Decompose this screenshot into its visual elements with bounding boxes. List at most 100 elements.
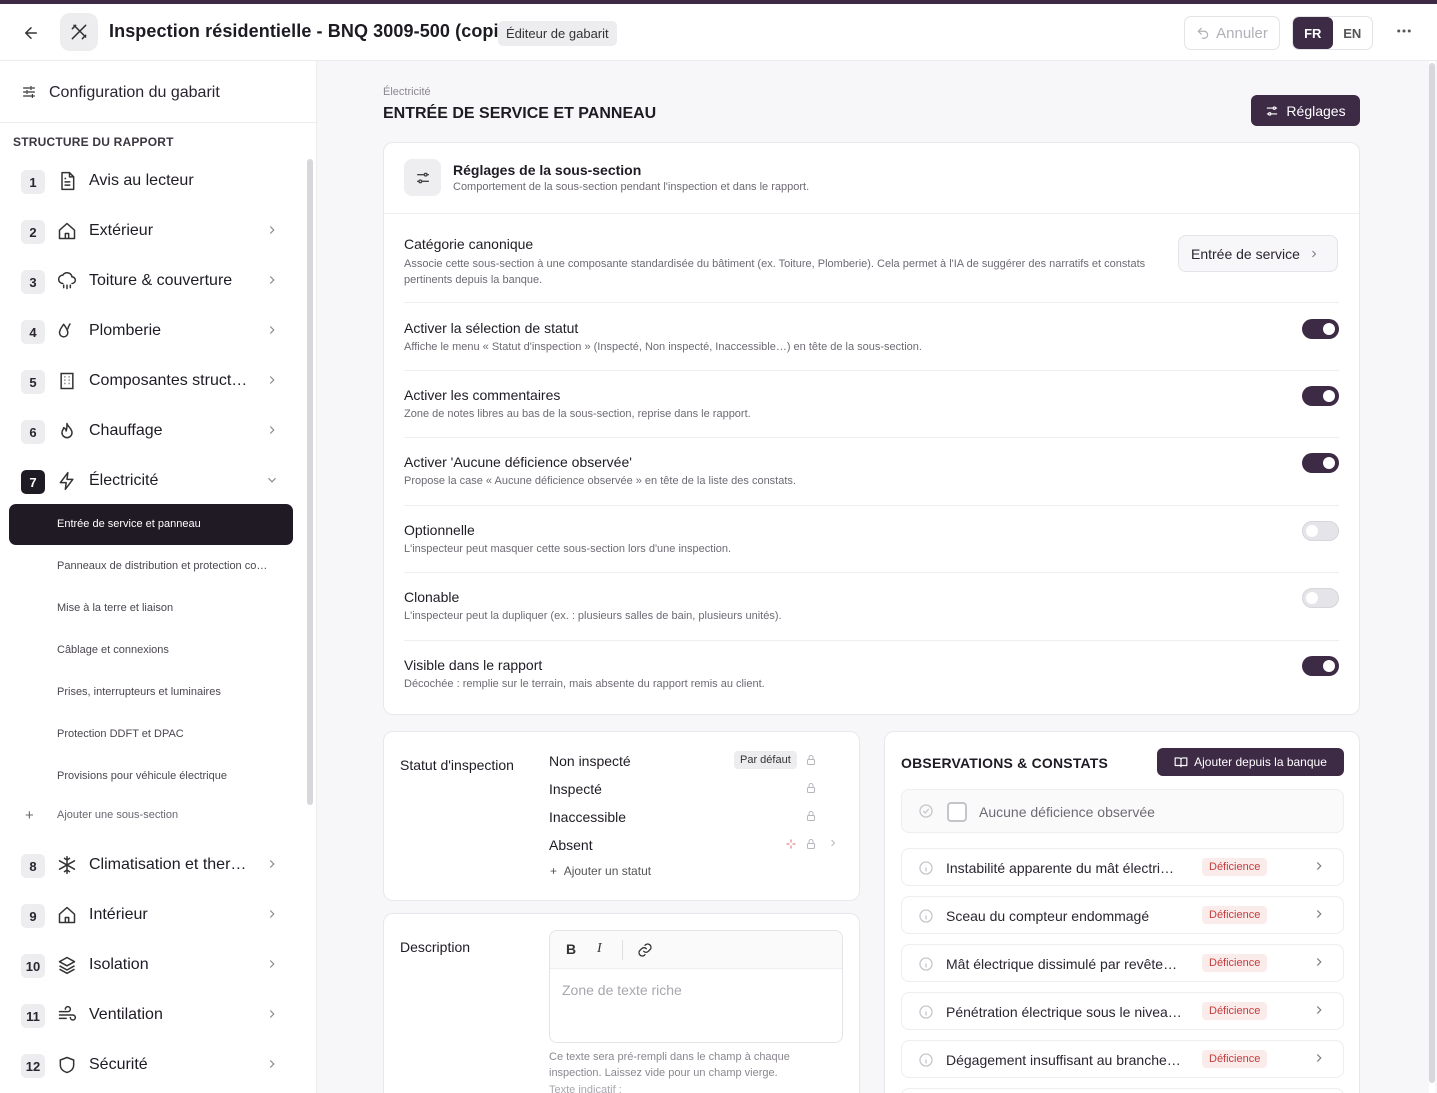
chevron-right-icon [1316,1006,1322,1014]
sidebar-section-7[interactable]: 7 Électricité [21,461,291,501]
deficiency-badge: Déficience [1202,1050,1268,1068]
editor-placeholder: Zone de texte riche [562,982,682,998]
inspection-status-card: Statut d'inspection Non inspecté Par déf… [383,731,860,901]
observation-item[interactable]: Dégagement insuffisant au branche… Défic… [901,1040,1344,1078]
info-icon [919,861,933,875]
sidebar-section-11[interactable]: 11 Ventilation [21,995,291,1035]
sidebar-section-10[interactable]: 10 Isolation [21,945,291,985]
page-title: ENTRÉE DE SERVICE ET PANNEAU [383,105,657,122]
no-deficiency-checkbox[interactable] [947,802,967,822]
observation-title: Dégagement insuffisant au branche… [946,1052,1181,1068]
rich-text-editor[interactable]: B I Zone de texte riche [549,930,843,1043]
chevron-right-icon [269,860,275,868]
no-deficiency-label: Aucune déficience observée [979,804,1155,820]
template-config-link[interactable]: Configuration du gabarit [0,61,316,123]
ellipsis-icon [1397,29,1411,33]
section-number: 5 [21,370,45,394]
chevron-down-icon [268,477,276,483]
clonable-toggle[interactable] [1302,588,1339,608]
section-label: Composantes struct… [89,372,248,389]
optional-toggle[interactable] [1302,521,1339,541]
add-subsection-label: Ajouter une sous-section [57,809,179,821]
add-from-bank-button[interactable]: Ajouter depuis la banque [1157,748,1344,776]
sidebar-section-2[interactable]: 2 Extérieur [21,211,291,251]
observation-item[interactable]: Pénétration électrique sous le nivea… Dé… [901,992,1344,1030]
main-scrollbar[interactable] [1429,61,1435,1093]
add-status-button[interactable]: + Ajouter un statut [550,864,651,878]
sidebar-scrollbar[interactable] [307,159,313,805]
sidebar-section-9[interactable]: 9 Intérieur [21,895,291,935]
subsection-item-active[interactable]: Entrée de service et panneau [9,504,293,545]
section-number: 6 [21,420,45,444]
back-button[interactable] [18,20,44,46]
setting-desc: Associe cette sous-section à une composa… [404,258,1146,286]
subsection-item[interactable]: Câblage et connexions [57,644,169,656]
setting-row-optional: Optionnelle L'inspecteur peut masquer ce… [404,506,1339,573]
info-icon [919,1053,933,1067]
sidebar-section-1[interactable]: 1 Avis au lecteur [21,161,291,201]
more-options-button[interactable] [1391,18,1417,44]
undo-button[interactable]: Annuler [1184,16,1280,50]
sidebar-section-5[interactable]: 5 Composantes struct… [21,361,291,401]
house-icon [58,222,76,240]
subsection-item[interactable]: Protection DDFT et DPAC [57,728,184,740]
section-label: Isolation [89,956,149,973]
sidebar-section-8[interactable]: 8 Climatisation et ther… [21,845,291,885]
deficiency-badge: Déficience [1202,906,1268,924]
link-icon [638,943,652,957]
setting-row-no-deficiency: Activer 'Aucune déficience observée' Pro… [404,438,1339,506]
no-deficiency-toggle[interactable] [1302,453,1339,473]
chevron-right-icon [269,326,275,334]
status-card-label: Statut d'inspection [400,757,514,773]
sidebar-section-4[interactable]: 4 Plomberie [21,311,291,351]
bold-button[interactable]: B [566,941,576,957]
italic-button[interactable]: I [597,941,602,957]
editor-toolbar: B I [550,931,842,969]
status-item[interactable]: Inspecté [549,779,844,803]
chevron-right-icon [269,960,275,968]
subsection-item[interactable]: Mise à la terre et liaison [57,602,173,614]
lang-fr-button[interactable]: FR [1293,17,1333,49]
info-icon [919,1005,933,1019]
no-deficiency-row[interactable]: Aucune déficience observée [901,789,1344,833]
status-name: Absent [549,837,593,853]
status-item[interactable]: Inaccessible [549,807,844,831]
settings-button[interactable]: Réglages [1251,95,1360,126]
subsection-item[interactable]: Prises, interrupteurs et luminaires [57,686,221,698]
breadcrumb[interactable]: Électricité [383,86,431,98]
subsection-item[interactable]: Provisions pour véhicule électrique [57,770,227,782]
comments-toggle[interactable] [1302,386,1339,406]
observation-item[interactable]: Mât électrique dissimulé par revête… Déf… [901,944,1344,982]
lock-icon [807,755,815,765]
observation-item[interactable]: Sceau du compteur endommagé Déficience [901,896,1344,934]
status-selection-toggle[interactable] [1302,319,1339,339]
observations-card: OBSERVATIONS & CONSTATS Ajouter depuis l… [884,731,1360,1093]
observation-item[interactable]: Instabilité apparente du mât électri… Dé… [901,848,1344,886]
section-label: Intérieur [89,906,148,923]
status-item[interactable]: Absent [549,835,844,859]
visible-in-report-toggle[interactable] [1302,656,1339,676]
sidebar-section-3[interactable]: 3 Toiture & couverture [21,261,291,301]
observation-item[interactable] [901,1088,1344,1093]
setting-row-visible: Visible dans le rapport Décochée : rempl… [404,641,1339,714]
app-header: Inspection résidentielle - BNQ 3009-500 … [0,4,1437,61]
canonical-category-select[interactable]: Entrée de service [1178,235,1338,272]
sidebar-section-6[interactable]: 6 Chauffage [21,411,291,451]
toolbar-divider [622,940,623,960]
section-number: 4 [21,320,45,344]
setting-title: Clonable [404,589,460,605]
shield-icon [59,1056,75,1074]
house-icon [58,906,76,924]
section-number: 3 [21,270,45,294]
setting-desc: Propose la case « Aucune déficience obse… [404,475,796,487]
deficiency-badge: Déficience [1202,954,1268,972]
status-item[interactable]: Non inspecté Par défaut [549,751,844,775]
status-name: Inaccessible [549,809,627,825]
subsection-settings-card: Réglages de la sous-section Comportement… [383,142,1360,715]
section-number: 10 [21,954,45,978]
observation-title: Sceau du compteur endommagé [946,908,1150,924]
status-name: Inspecté [549,781,602,797]
sidebar-section-12[interactable]: 12 Sécurité [21,1045,291,1085]
lang-en-button[interactable]: EN [1333,17,1373,49]
subsection-item[interactable]: Panneaux de distribution et protection c… [57,560,267,572]
